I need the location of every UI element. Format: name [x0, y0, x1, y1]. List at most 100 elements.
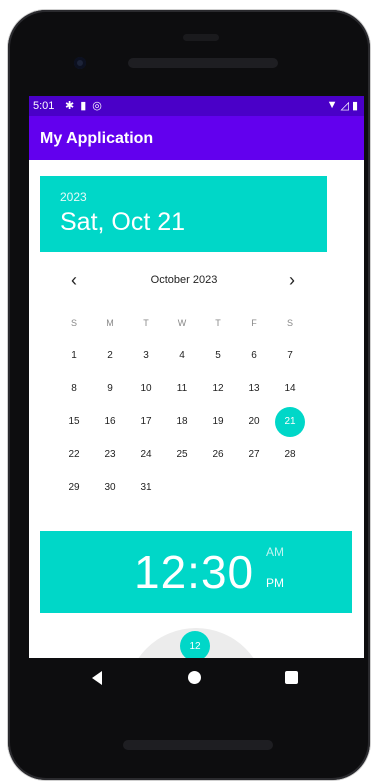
front-camera — [74, 57, 86, 69]
calendar-day[interactable]: 4 — [164, 342, 200, 370]
calendar-day-label: 29 — [68, 482, 80, 493]
calendar-day[interactable]: 15 — [56, 408, 92, 436]
calendar-day-label: 7 — [287, 350, 293, 361]
calendar-day-label: 1 — [71, 350, 77, 361]
calendar-day[interactable]: 25 — [164, 441, 200, 469]
calendar-day[interactable]: 17 — [128, 408, 164, 436]
weekday-label: W — [177, 317, 187, 328]
calendar-day-label: 12 — [212, 383, 224, 394]
calendar-day[interactable]: 22 — [56, 441, 92, 469]
calendar-day[interactable]: 9 — [92, 375, 128, 403]
status-time: 5:01 — [33, 100, 55, 112]
calendar-day[interactable]: 13 — [236, 375, 272, 403]
calendar-day[interactable]: 14 — [272, 375, 308, 403]
calendar-day-label: 21 — [275, 406, 305, 437]
calendar-week: 15 16 17 18 19 20 21 — [56, 405, 326, 438]
calendar-day-label: 19 — [212, 416, 224, 427]
calendar-day[interactable]: 30 — [92, 474, 128, 502]
calendar-day[interactable]: 11 — [164, 375, 200, 403]
am-toggle[interactable]: AM — [266, 545, 284, 559]
calendar-week: 8 9 10 11 12 13 14 — [56, 372, 326, 405]
weekday-label: M — [106, 317, 114, 328]
calendar-day-label: 27 — [248, 449, 260, 460]
year-selector[interactable]: 2023 — [60, 190, 87, 204]
calendar-day[interactable]: 5 — [200, 342, 236, 370]
app-bar: My Application — [29, 116, 364, 160]
wifi-icon: ▼ — [326, 99, 338, 111]
calendar-day[interactable]: 24 — [128, 441, 164, 469]
selected-date[interactable]: Sat, Oct 21 — [60, 208, 185, 237]
calendar-day-label: 20 — [248, 416, 260, 427]
calendar-day-label: 23 — [104, 449, 116, 460]
calendar-day[interactable]: 29 — [56, 474, 92, 502]
earpiece-speaker — [128, 58, 278, 68]
calendar-day-label: 8 — [71, 383, 77, 394]
weekday-header: S M T W T F S — [56, 306, 326, 339]
calendar-day[interactable]: 2 — [92, 342, 128, 370]
sync-icon: ◎ — [92, 100, 102, 112]
chevron-right-icon[interactable]: › — [280, 268, 304, 292]
calendar-day-label: 25 — [176, 449, 188, 460]
calendar-day[interactable]: 16 — [92, 408, 128, 436]
clock-hour-marker[interactable]: 12 — [180, 631, 210, 658]
calendar-empty-cell — [272, 474, 308, 502]
date-picker-header: 2023 Sat, Oct 21 — [40, 176, 327, 252]
calendar-day-label: 18 — [176, 416, 188, 427]
status-right-icons: ▼ ◿ ▮ — [327, 99, 358, 112]
home-icon[interactable] — [188, 671, 201, 684]
calendar-day-label: 5 — [215, 350, 221, 361]
calendar-grid: S M T W T F S 1 2 3 4 5 6 7 8 9 10 11 12 13 14 15 16 17 1… — [56, 306, 326, 504]
weekday-label: S — [286, 317, 293, 328]
weekday-label: T — [143, 317, 149, 328]
calendar-empty-cell — [200, 474, 236, 502]
weekday-label: S — [70, 317, 77, 328]
calendar-day[interactable]: 28 — [272, 441, 308, 469]
calendar-day[interactable]: 20 — [236, 408, 272, 436]
calendar-day-label: 16 — [104, 416, 116, 427]
calendar-day[interactable]: 26 — [200, 441, 236, 469]
calendar-empty-cell — [164, 474, 200, 502]
back-icon[interactable] — [92, 671, 102, 685]
battery-icon: ▮ — [351, 100, 358, 112]
gear-icon: ✱ — [65, 100, 75, 112]
calendar-day[interactable]: 12 — [200, 375, 236, 403]
calendar-day-label: 3 — [143, 350, 149, 361]
recents-icon[interactable] — [285, 671, 298, 684]
calendar-day[interactable]: 3 — [128, 342, 164, 370]
calendar-day-label: 2 — [107, 350, 113, 361]
calendar-day[interactable]: 1 — [56, 342, 92, 370]
calendar-day[interactable]: 23 — [92, 441, 128, 469]
calendar-empty-cell — [236, 474, 272, 502]
calendar-week: 1 2 3 4 5 6 7 — [56, 339, 326, 372]
chevron-left-icon[interactable]: ‹ — [62, 268, 86, 292]
calendar-day-label: 4 — [179, 350, 185, 361]
calendar-day-label: 14 — [284, 383, 296, 394]
calendar-day-label: 10 — [140, 383, 152, 394]
status-bar: 5:01 ✱ ▮ ◎ ▼ ◿ ▮ — [29, 96, 364, 116]
calendar-day-label: 28 — [284, 449, 296, 460]
calendar-day-selected[interactable]: 21 — [272, 406, 308, 437]
calendar-day-label: 11 — [176, 383, 188, 394]
calendar-week: 29 30 31 — [56, 471, 326, 504]
calendar-day[interactable]: 27 — [236, 441, 272, 469]
calendar-day[interactable]: 19 — [200, 408, 236, 436]
pm-toggle[interactable]: PM — [266, 576, 284, 590]
calendar-day-label: 9 — [107, 383, 113, 394]
calendar-day-label: 22 — [68, 449, 80, 460]
calendar-day-label: 30 — [104, 482, 116, 493]
calendar-day[interactable]: 7 — [272, 342, 308, 370]
weekday-label: T — [215, 317, 221, 328]
time-display[interactable]: 12:30 — [134, 545, 254, 599]
month-label: October 2023 — [150, 274, 218, 286]
calendar-day[interactable]: 10 — [128, 375, 164, 403]
bottom-speaker — [123, 740, 273, 750]
screen: 5:01 ✱ ▮ ◎ ▼ ◿ ▮ My Application 2023 Sat… — [29, 96, 364, 658]
calendar-day[interactable]: 18 — [164, 408, 200, 436]
calendar-week: 22 23 24 25 26 27 28 — [56, 438, 326, 471]
calendar-day[interactable]: 6 — [236, 342, 272, 370]
calendar-day[interactable]: 8 — [56, 375, 92, 403]
calendar-day[interactable]: 31 — [128, 474, 164, 502]
time-picker-header: 12:30 AM PM — [40, 531, 352, 613]
status-left-icons: ✱ ▮ ◎ — [65, 99, 102, 112]
calendar-day-label: 13 — [248, 383, 260, 394]
